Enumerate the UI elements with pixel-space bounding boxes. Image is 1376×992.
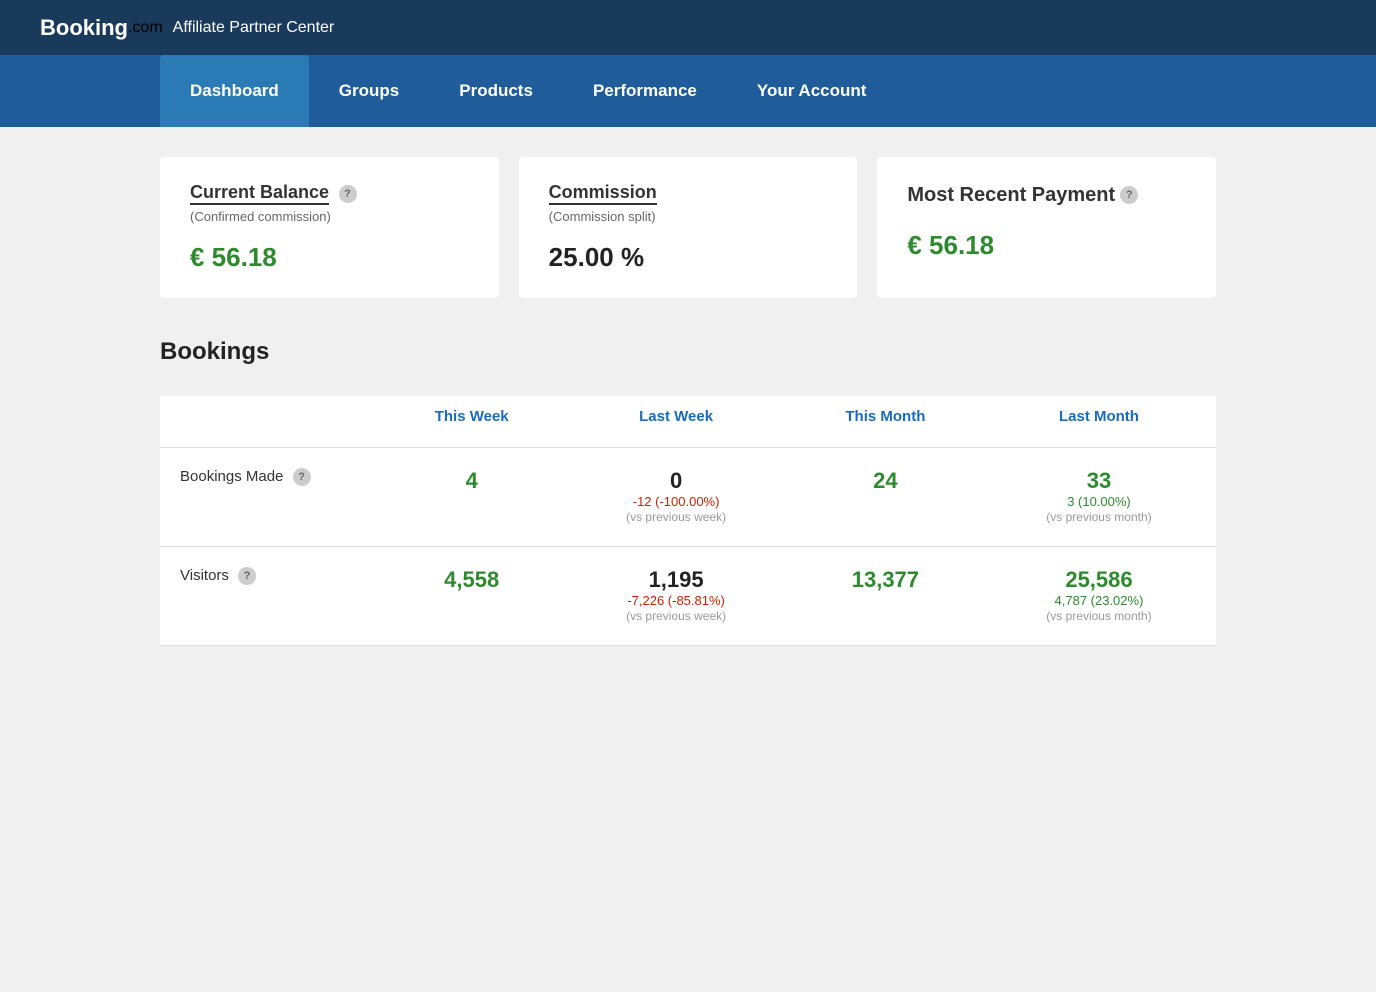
nav-item-products[interactable]: Products [429, 55, 563, 127]
visitors-this-month: 13,377 [789, 546, 982, 645]
current-balance-help-icon[interactable]: ? [339, 185, 357, 203]
bookings-made-last-week: 0 -12 (-100.00%) (vs previous week) [563, 448, 788, 547]
logo-booking-text: Booking [40, 15, 128, 41]
table-row: Bookings Made ? 4 0 -12 (-100.00%) (vs p… [160, 448, 1216, 547]
commission-card: Commission (Commission split) 25.00 % [519, 157, 858, 298]
commission-title: Commission [549, 182, 657, 205]
bookings-made-last-month: 33 3 (10.00%) (vs previous month) [982, 448, 1216, 547]
nav-item-performance[interactable]: Performance [563, 55, 727, 127]
col-header-this-week: This Week [380, 396, 563, 448]
current-balance-value: € 56.18 [190, 242, 469, 273]
most-recent-payment-title: Most Recent Payment [907, 182, 1115, 208]
nav-item-dashboard[interactable]: Dashboard [160, 55, 309, 127]
most-recent-payment-card: Most Recent Payment ? € 56.18 [877, 157, 1216, 298]
nav-bar: Dashboard Groups Products Performance Yo… [0, 55, 1376, 127]
bookings-table: This Week Last Week This Month Last Mont… [160, 396, 1216, 646]
col-header-last-week: Last Week [563, 396, 788, 448]
most-recent-payment-help-icon[interactable]: ? [1120, 186, 1138, 204]
table-row: Visitors ? 4,558 1,195 -7,226 (-85.81%) … [160, 546, 1216, 645]
bookings-section: Bookings This Week Last Week This Month … [160, 338, 1216, 646]
current-balance-title: Current Balance [190, 182, 329, 205]
logo-dotcom-text: .com [128, 19, 163, 37]
nav-item-your-account[interactable]: Your Account [727, 55, 897, 127]
logo-subtitle: Affiliate Partner Center [173, 19, 335, 37]
visitors-help-icon[interactable]: ? [238, 567, 256, 585]
visitors-last-week: 1,195 -7,226 (-85.81%) (vs previous week… [563, 546, 788, 645]
col-header-empty [160, 396, 380, 448]
row-label-visitors: Visitors ? [160, 546, 380, 645]
current-balance-card: Current Balance ? (Confirmed commission)… [160, 157, 499, 298]
col-header-last-month: Last Month [982, 396, 1216, 448]
commission-subtitle: (Commission split) [549, 209, 828, 224]
main-content: Current Balance ? (Confirmed commission)… [0, 127, 1376, 676]
bookings-made-this-month: 24 [789, 448, 982, 547]
commission-value: 25.00 % [549, 242, 828, 273]
nav-item-groups[interactable]: Groups [309, 55, 429, 127]
col-header-this-month: This Month [789, 396, 982, 448]
current-balance-subtitle: (Confirmed commission) [190, 209, 469, 224]
cards-row: Current Balance ? (Confirmed commission)… [160, 157, 1216, 298]
logo: Booking.com Affiliate Partner Center [40, 15, 334, 41]
bookings-section-title: Bookings [160, 338, 1216, 366]
bookings-made-this-week: 4 [380, 448, 563, 547]
most-recent-payment-value: € 56.18 [907, 230, 1186, 261]
row-label-bookings-made: Bookings Made ? [160, 448, 380, 547]
visitors-last-month: 25,586 4,787 (23.02%) (vs previous month… [982, 546, 1216, 645]
top-bar: Booking.com Affiliate Partner Center [0, 0, 1376, 55]
visitors-this-week: 4,558 [380, 546, 563, 645]
bookings-made-help-icon[interactable]: ? [293, 468, 311, 486]
